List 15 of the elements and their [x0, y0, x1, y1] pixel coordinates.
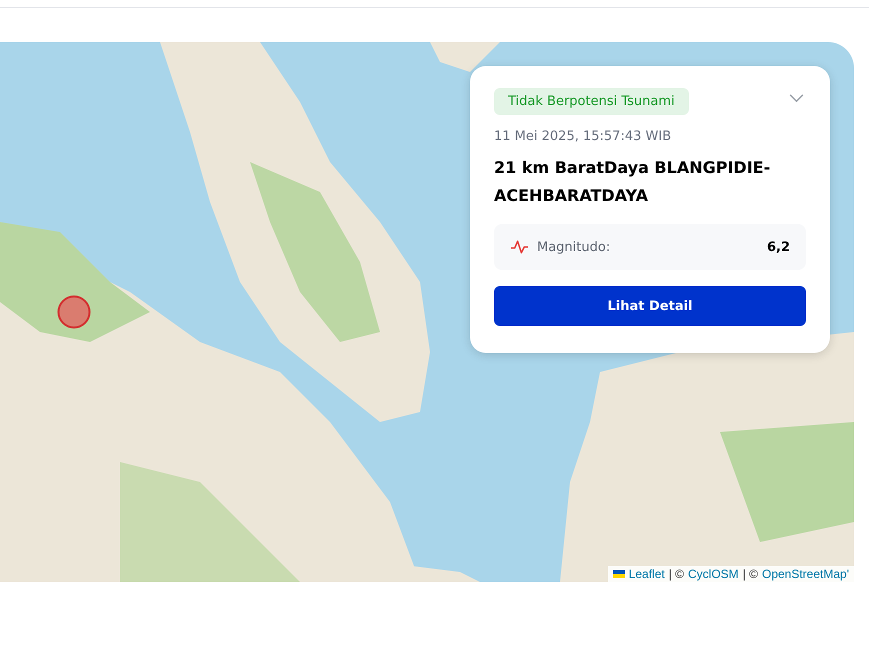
magnitude-value: 6,2	[766, 240, 790, 254]
attribution-separator: | ©	[668, 567, 684, 581]
magnitude-label: Magnitudo:	[537, 240, 612, 254]
flag-icon	[612, 570, 625, 578]
tsunami-status-badge: Tidak Berpotensi Tsunami	[494, 88, 689, 115]
attribution-link[interactable]: CyclOSM	[688, 567, 739, 581]
pulse-icon	[510, 239, 529, 255]
attribution-link[interactable]: OpenStreetMap'	[762, 567, 849, 581]
event-datetime: 11 Mei 2025, 15:57:43 WIB	[494, 129, 672, 144]
event-location: 21 km BaratDaya BLANGPIDIE-ACEHBARATDAYA	[494, 157, 772, 207]
attribution-link[interactable]: Leaflet	[628, 567, 665, 581]
attribution-separator: | ©	[742, 567, 758, 581]
detail-button[interactable]: Lihat Detail	[494, 286, 806, 326]
epicenter-marker-icon[interactable]	[57, 295, 91, 329]
chevron-down-icon[interactable]	[789, 94, 804, 103]
